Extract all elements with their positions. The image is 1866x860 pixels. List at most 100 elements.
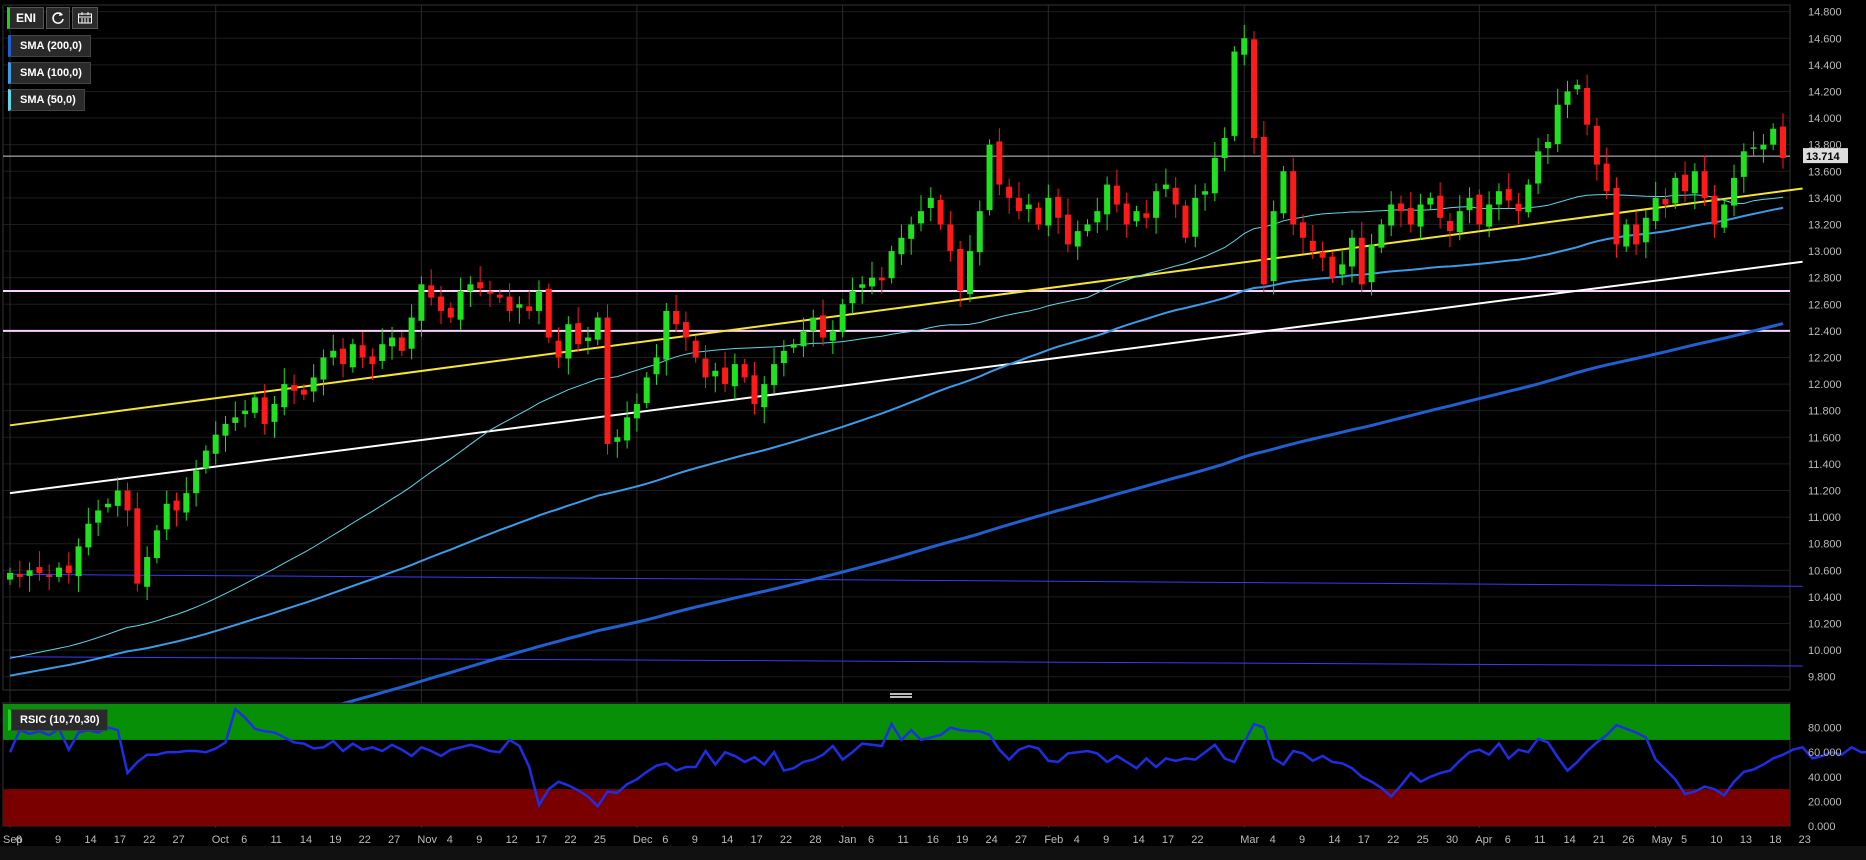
- candle-body: [839, 304, 846, 332]
- date-axis-label: 4: [447, 834, 453, 846]
- candle-body: [1211, 157, 1218, 194]
- candle-body: [1633, 224, 1640, 245]
- refresh-icon[interactable]: [46, 7, 71, 29]
- candle-body: [1515, 203, 1522, 212]
- candle-body: [565, 324, 572, 359]
- date-axis-label: 22: [564, 834, 576, 846]
- calendar-icon[interactable]: [72, 7, 99, 29]
- date-axis-label: 12: [506, 834, 518, 846]
- rsi-axis-label: 0.000: [1808, 821, 1836, 833]
- candle-body: [653, 357, 660, 375]
- candle-body: [1613, 188, 1620, 245]
- price-axis-label: 10.800: [1808, 539, 1842, 551]
- candle-body: [1251, 39, 1258, 139]
- candle-body: [1113, 185, 1120, 205]
- date-axis-label: 30: [1446, 834, 1458, 846]
- date-axis-label: 17: [1358, 834, 1370, 846]
- candle-body: [1094, 211, 1101, 223]
- candle-body: [1231, 51, 1238, 136]
- date-axis-label: 14: [1563, 834, 1575, 846]
- candle-body: [1221, 138, 1228, 158]
- date-axis-label: 17: [750, 834, 762, 846]
- candle-body: [320, 357, 327, 380]
- date-axis-label: 25: [594, 834, 606, 846]
- candle-body: [310, 377, 317, 392]
- date-axis: Sep6 9 14 17 22 27 Oct 6 11 14 19 22 27 Nov 4 9 12 17 22 25…: [3, 834, 1811, 846]
- candle-body: [1300, 222, 1307, 238]
- candle-body: [291, 385, 298, 391]
- candle-body: [95, 510, 102, 523]
- rsi-axis-label: 40.000: [1808, 772, 1842, 784]
- candle-body: [7, 572, 13, 580]
- candle-body: [976, 211, 983, 253]
- candle-body: [1544, 142, 1551, 149]
- candle-body: [55, 567, 62, 577]
- date-axis-label: 24: [986, 834, 998, 846]
- candle-body: [124, 490, 131, 511]
- last-price-value: 13.714: [1806, 151, 1841, 163]
- candle-body: [1025, 204, 1032, 210]
- candle-body: [1760, 144, 1767, 150]
- candle-body: [330, 350, 337, 358]
- candle-body: [1672, 177, 1679, 204]
- candle-body: [780, 350, 787, 364]
- candle-body: [1593, 125, 1600, 165]
- candle-body: [1162, 184, 1169, 190]
- candle-body: [1055, 196, 1062, 218]
- candle-body: [1309, 240, 1316, 252]
- candle-body: [849, 290, 856, 304]
- candle-body: [1290, 171, 1297, 225]
- date-axis-label: 9: [1299, 834, 1305, 846]
- sma-50-badge[interactable]: SMA (50,0): [8, 89, 85, 111]
- candle-body: [673, 310, 680, 325]
- candle-body: [1192, 197, 1199, 237]
- candle-body: [917, 211, 924, 224]
- candle-body: [1260, 136, 1267, 285]
- candle-body: [300, 389, 307, 395]
- candle-body: [624, 417, 631, 441]
- price-chart[interactable]: 9.800 10.000 10.200 10.400 10.600 10.800 11.00…: [0, 0, 1866, 860]
- candle-body: [810, 317, 817, 331]
- rsi-axis-label: 20.000: [1808, 796, 1842, 808]
- candle-body: [1182, 205, 1189, 238]
- date-axis-label: 27: [388, 834, 400, 846]
- sma-200-badge[interactable]: SMA (200,0): [8, 35, 91, 57]
- candle-body: [183, 493, 190, 513]
- pane-splitter-handle[interactable]: [890, 693, 912, 701]
- date-axis-label: 22: [1387, 834, 1399, 846]
- bottom-scroll-bar[interactable]: [0, 846, 1866, 860]
- candle-body: [222, 423, 229, 436]
- price-axis-label: 12.000: [1808, 379, 1842, 391]
- candle-body: [1770, 128, 1777, 145]
- candle-body: [46, 575, 53, 577]
- candle-body: [1750, 147, 1757, 149]
- candle-body: [1172, 187, 1179, 205]
- candle-body: [996, 141, 1003, 185]
- price-axis-label: 14.800: [1808, 7, 1842, 19]
- candle-body: [937, 199, 944, 225]
- sma-100-badge[interactable]: SMA (100,0): [8, 62, 91, 84]
- candle-body: [1358, 237, 1365, 285]
- rsi-badge[interactable]: RSIC (10,70,30): [8, 709, 109, 731]
- candle-body: [232, 417, 239, 423]
- symbol-button[interactable]: ENI: [7, 7, 45, 29]
- candle-body: [1505, 189, 1512, 201]
- date-axis-label: 11: [270, 834, 281, 846]
- candle-body: [1495, 191, 1502, 205]
- rsi-pane: 80.000 60.000 40.000 20.000 0.000: [2, 702, 1866, 833]
- candle-body: [467, 284, 474, 291]
- candle-body: [114, 490, 121, 506]
- candle-body: [428, 285, 435, 298]
- date-axis-label: 22: [359, 834, 371, 846]
- date-axis-label: Dec: [633, 834, 653, 846]
- candle-body: [1241, 38, 1248, 55]
- candle-body: [1731, 177, 1738, 206]
- date-axis-label: Feb: [1044, 834, 1063, 846]
- candle-body: [761, 384, 768, 408]
- date-axis-label: 6: [1505, 834, 1511, 846]
- candle-body: [731, 364, 738, 387]
- price-axis-label: 10.200: [1808, 618, 1842, 630]
- candle-body: [1280, 171, 1287, 214]
- price-axis-label: 10.400: [1808, 592, 1842, 604]
- date-axis-label: 22: [1191, 834, 1203, 846]
